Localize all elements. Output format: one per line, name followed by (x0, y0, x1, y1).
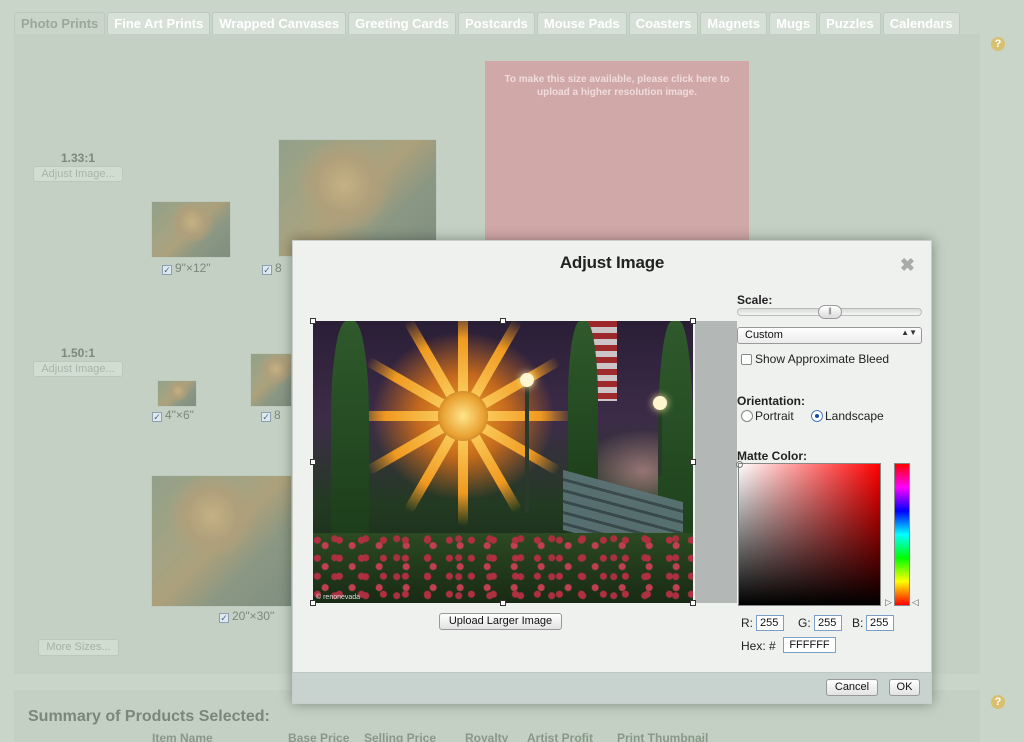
cancel-button[interactable]: Cancel (826, 679, 878, 696)
hue-marker-left-icon[interactable]: ▷ (885, 597, 892, 608)
landscape-label: Landscape (825, 409, 884, 423)
product-tabs: Photo Prints Fine Art Prints Wrapped Can… (14, 12, 960, 34)
tab-mugs[interactable]: Mugs (769, 12, 818, 34)
landscape-radio[interactable] (811, 410, 823, 422)
size-option-8-133[interactable]: ✓ 8 (262, 261, 292, 275)
tab-postcards[interactable]: Postcards (458, 12, 535, 34)
tab-mouse-pads[interactable]: Mouse Pads (536, 12, 627, 34)
adjust-image-button-150[interactable]: Adjust Image... (33, 361, 123, 377)
r-input[interactable]: 255 (756, 615, 784, 631)
summary-title: Summary of Products Selected: (28, 708, 270, 725)
b-label: B: (852, 616, 864, 630)
tab-calendars[interactable]: Calendars (882, 12, 960, 34)
column-item-name: Item Name (152, 731, 213, 742)
crop-margin (695, 321, 737, 603)
checkbox-8-133[interactable]: ✓ (262, 265, 272, 275)
dialog-footer: Cancel OK (293, 672, 931, 703)
tab-puzzles[interactable]: Puzzles (819, 12, 881, 34)
hue-marker-right-icon[interactable]: ◁ (912, 597, 919, 608)
portrait-label: Portrait (755, 409, 794, 423)
ok-button[interactable]: OK (889, 679, 920, 696)
landscape-option[interactable]: Landscape (811, 409, 884, 423)
bleed-checkbox[interactable] (741, 354, 752, 365)
column-selling-price: Selling Price (364, 731, 437, 742)
checkbox-4x6[interactable]: ✓ (152, 412, 162, 422)
thumbnail-9x12[interactable] (151, 201, 231, 258)
upload-higher-res-message[interactable]: To make this size available, please clic… (485, 73, 749, 99)
scale-slider[interactable]: ||| (737, 305, 922, 319)
help-icon[interactable]: ? (991, 37, 1005, 51)
crop-handle-top[interactable] (500, 318, 506, 324)
crop-handle-bottom-left[interactable] (310, 600, 316, 606)
color-saturation-picker[interactable] (736, 461, 881, 606)
checkbox-8-150[interactable]: ✓ (261, 412, 271, 422)
crop-handle-top-left[interactable] (310, 318, 316, 324)
column-royalty: Royalty (465, 731, 509, 742)
color-picker-cursor[interactable] (736, 461, 743, 468)
tab-wrapped-canvases[interactable]: Wrapped Canvases (212, 12, 347, 34)
orientation-label: Orientation: (737, 394, 805, 408)
crop-handle-top-right[interactable] (690, 318, 696, 324)
g-label: G: (798, 616, 811, 630)
crop-handle-left[interactable] (310, 459, 316, 465)
column-print-thumbnail: Print Thumbnail (617, 731, 709, 742)
unavailable-size-box[interactable]: To make this size available, please clic… (485, 61, 749, 246)
thumbnail-8-150[interactable] (250, 353, 292, 407)
select-arrows-icon: ▲▼ (901, 328, 917, 337)
upload-larger-image-button[interactable]: Upload Larger Image (439, 613, 562, 630)
summary-help-icon[interactable]: ? (991, 695, 1005, 709)
scale-slider-handle[interactable]: ||| (817, 305, 842, 319)
b-input[interactable]: 255 (866, 615, 894, 631)
column-artist-profit: Artist Profit (527, 731, 593, 742)
tab-photo-prints[interactable]: Photo Prints (14, 12, 106, 34)
dialog-title: Adjust Image (559, 253, 665, 272)
r-label: R: (741, 616, 753, 630)
photo-preview[interactable]: © renonevada (313, 321, 693, 603)
ratio-label-133: 1.33:1 (60, 151, 96, 165)
size-option-8-150[interactable]: ✓ 8 (261, 408, 281, 422)
scale-preset-select[interactable]: Custom ▲▼ (737, 327, 922, 344)
portrait-option[interactable]: Portrait (741, 409, 794, 423)
hex-label: Hex: # (741, 639, 776, 653)
size-option-9x12[interactable]: ✓ 9"×12" (162, 261, 211, 275)
tab-fine-art-prints[interactable]: Fine Art Prints (107, 12, 211, 34)
column-base-price: Base Price (288, 731, 350, 742)
portrait-radio[interactable] (741, 410, 753, 422)
close-icon[interactable]: ✖ (900, 255, 915, 276)
tab-greeting-cards[interactable]: Greeting Cards (348, 12, 456, 34)
matte-color-label: Matte Color: (737, 449, 807, 463)
adjust-image-dialog: Adjust Image ✖ © renonevada Upload Large… (292, 240, 932, 704)
hex-input[interactable]: FFFFFF (783, 637, 836, 653)
g-input[interactable]: 255 (814, 615, 842, 631)
ratio-label-150: 1.50:1 (60, 346, 96, 360)
hue-slider[interactable] (894, 463, 910, 606)
scale-label: Scale: (737, 293, 773, 307)
adjust-image-button-133[interactable]: Adjust Image... (33, 166, 123, 182)
size-option-4x6[interactable]: ✓ 4"×6" (152, 408, 194, 422)
checkbox-9x12[interactable]: ✓ (162, 265, 172, 275)
crop-handle-bottom-right[interactable] (690, 600, 696, 606)
tab-coasters[interactable]: Coasters (628, 12, 699, 34)
bleed-option[interactable]: Show Approximate Bleed (741, 352, 889, 366)
checkbox-20x30[interactable]: ✓ (219, 613, 229, 623)
thumbnail-4x6[interactable] (157, 380, 197, 407)
crop-handle-right[interactable] (690, 459, 696, 465)
more-sizes-button[interactable]: More Sizes... (38, 639, 119, 656)
scale-preset-value: Custom (745, 329, 783, 341)
crop-handle-bottom[interactable] (500, 600, 506, 606)
thumbnail-20x30[interactable] (151, 475, 292, 607)
bleed-label: Show Approximate Bleed (755, 352, 890, 366)
crop-area[interactable]: © renonevada (310, 318, 737, 606)
size-option-20x30[interactable]: ✓ 20"×30" (219, 609, 274, 623)
photo-credit: © renonevada (316, 594, 361, 601)
tab-magnets[interactable]: Magnets (700, 12, 768, 34)
